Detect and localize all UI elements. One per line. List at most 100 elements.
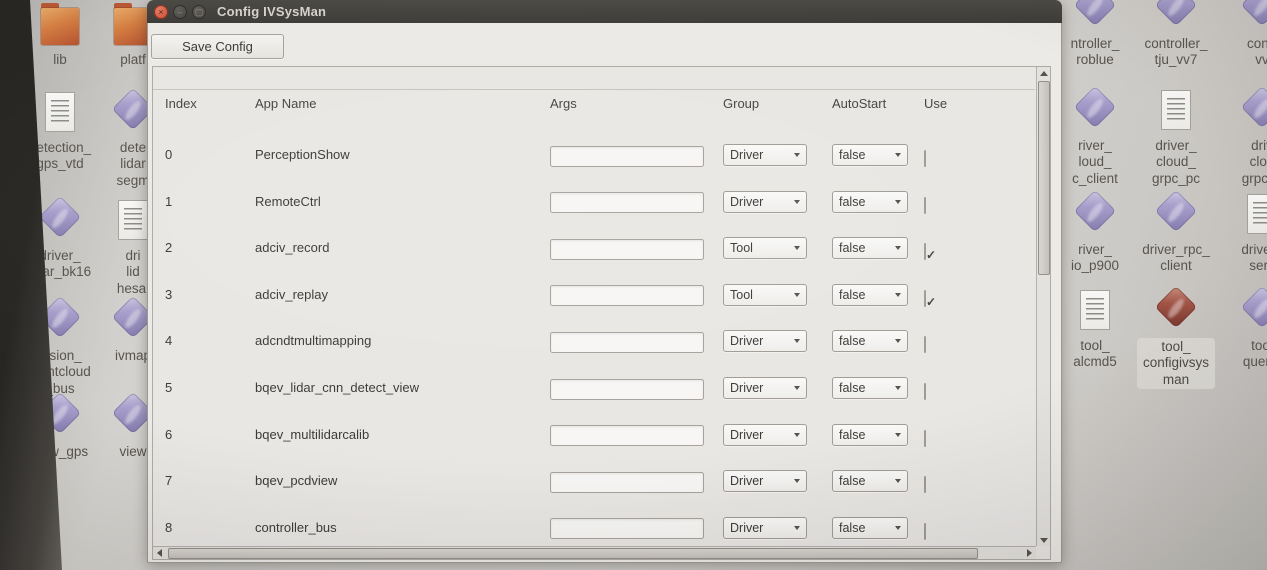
args-input[interactable] xyxy=(550,146,704,167)
vertical-scrollbar[interactable] xyxy=(1036,67,1050,546)
group-value: Driver xyxy=(730,148,763,162)
desktop-icon-tool-queryr[interactable]: tool queryr xyxy=(1217,288,1267,371)
autostart-dropdown[interactable]: false xyxy=(832,191,908,213)
group-dropdown[interactable]: Driver xyxy=(723,470,807,492)
app-name: adcndtmultimapping xyxy=(255,329,371,353)
use-checkbox[interactable]: ✓ xyxy=(924,336,926,353)
args-cell xyxy=(550,424,704,448)
use-checkbox[interactable]: ✓ xyxy=(924,523,926,540)
desktop-icon-driv-clou-grpc-s[interactable]: driv clou grpc_s xyxy=(1217,88,1267,187)
icon-label: driver_ cloud_ grpc_pc xyxy=(1131,138,1221,187)
args-input[interactable] xyxy=(550,192,704,213)
maximize-button[interactable]: ▢ xyxy=(192,5,206,19)
args-input[interactable] xyxy=(550,379,704,400)
use-checkbox[interactable]: ✓ xyxy=(924,476,926,493)
group-dropdown[interactable]: Driver xyxy=(723,517,807,539)
desktop-icon-controller-tju-vv7[interactable]: controller_ tju_vv7 xyxy=(1131,0,1221,69)
args-input[interactable] xyxy=(550,332,704,353)
args-input[interactable] xyxy=(550,518,704,539)
titlebar[interactable]: × – ▢ Config IVSysMan xyxy=(147,0,1062,23)
table-row-6: 6 bqev_multilidarcalib Driver false ✓ xyxy=(153,423,1035,447)
config-ivsysman-window: × – ▢ Config IVSysMan Save Config Index … xyxy=(147,0,1062,563)
group-dropdown[interactable]: Tool xyxy=(723,284,807,306)
args-cell xyxy=(550,330,704,354)
desktop-icon-river-loud-c-client[interactable]: river_ loud_ c_client xyxy=(1050,88,1140,187)
group-dropdown[interactable]: Driver xyxy=(723,424,807,446)
chevron-down-icon xyxy=(895,246,901,250)
table-row-3: 3 adciv_replay Tool false ✓ xyxy=(153,283,1035,307)
autostart-dropdown[interactable]: false xyxy=(832,424,908,446)
autostart-dropdown[interactable]: false xyxy=(832,144,908,166)
group-dropdown[interactable]: Driver xyxy=(723,191,807,213)
args-input[interactable] xyxy=(550,239,704,260)
autostart-value: false xyxy=(839,334,865,348)
desktop-icon-driver-cloud-grpc-pc[interactable]: driver_ cloud_ grpc_pc xyxy=(1131,88,1221,187)
desktop-icon-driver-rpc-client[interactable]: driver_rpc_ client xyxy=(1131,192,1221,275)
group-value: Driver xyxy=(730,195,763,209)
table-row-5: 5 bqev_lidar_cnn_detect_view Driver fals… xyxy=(153,376,1035,400)
chevron-down-icon xyxy=(895,293,901,297)
chevron-down-icon xyxy=(794,526,800,530)
scroll-right-icon[interactable] xyxy=(1027,549,1032,557)
row-index: 3 xyxy=(165,283,172,307)
table-row-7: 7 bqev_pcdview Driver false ✓ xyxy=(153,469,1035,493)
autostart-dropdown[interactable]: false xyxy=(832,517,908,539)
save-config-button[interactable]: Save Config xyxy=(151,34,284,59)
app-icon xyxy=(32,2,88,50)
row-index: 6 xyxy=(165,423,172,447)
autostart-dropdown[interactable]: false xyxy=(832,470,908,492)
use-checkbox[interactable]: ✓ xyxy=(924,150,926,167)
group-dropdown[interactable]: Driver xyxy=(723,330,807,352)
desktop-icon-contr-vv[interactable]: contr vv xyxy=(1217,0,1267,69)
autostart-dropdown[interactable]: false xyxy=(832,284,908,306)
use-checkbox[interactable]: ✓ xyxy=(924,243,926,260)
use-checkbox[interactable]: ✓ xyxy=(924,430,926,447)
scroll-up-icon[interactable] xyxy=(1040,71,1048,76)
args-input[interactable] xyxy=(550,425,704,446)
use-checkbox[interactable]: ✓ xyxy=(924,197,926,214)
autostart-dropdown[interactable]: false xyxy=(832,377,908,399)
chevron-down-icon xyxy=(794,246,800,250)
desktop-icon-driver-serv[interactable]: driver_ serv xyxy=(1217,192,1267,275)
autostart-value: false xyxy=(839,288,865,302)
desktop-icon-ntroller-roblue[interactable]: ntroller_ roblue xyxy=(1050,0,1140,69)
args-input[interactable] xyxy=(550,285,704,306)
app-name: adciv_replay xyxy=(255,283,328,307)
group-dropdown[interactable]: Driver xyxy=(723,377,807,399)
group-dropdown[interactable]: Tool xyxy=(723,237,807,259)
autostart-dropdown[interactable]: false xyxy=(832,237,908,259)
icon-label: river_ loud_ c_client xyxy=(1050,138,1140,187)
close-button[interactable]: × xyxy=(154,5,168,19)
close-icon: × xyxy=(154,5,168,19)
app-name: bqev_lidar_cnn_detect_view xyxy=(255,376,419,400)
header-app-name: App Name xyxy=(255,90,316,118)
app-name: adciv_record xyxy=(255,236,329,260)
args-cell xyxy=(550,517,704,541)
desktop-icon-tool-configivsysman[interactable]: tool_ configivsys man xyxy=(1131,288,1221,389)
icon-label: controller_ tju_vv7 xyxy=(1131,36,1221,69)
scroll-left-icon[interactable] xyxy=(157,549,162,557)
autostart-dropdown[interactable]: false xyxy=(832,330,908,352)
horizontal-scroll-thumb[interactable] xyxy=(168,548,978,559)
chevron-down-icon xyxy=(794,433,800,437)
vertical-scroll-thumb[interactable] xyxy=(1038,81,1050,275)
horizontal-scrollbar[interactable] xyxy=(153,546,1036,559)
autostart-value: false xyxy=(839,148,865,162)
app-icon xyxy=(1148,192,1204,240)
desktop-icon-tool-alcmd5[interactable]: tool_ alcmd5 xyxy=(1050,288,1140,371)
chevron-down-icon xyxy=(895,386,901,390)
window-title: Config IVSysMan xyxy=(217,4,326,19)
use-checkbox[interactable]: ✓ xyxy=(924,383,926,400)
scroll-down-icon[interactable] xyxy=(1040,538,1048,543)
app-icon xyxy=(1148,88,1204,136)
desktop-icon-river-io-p900[interactable]: river_ io_p900 xyxy=(1050,192,1140,275)
autostart-value: false xyxy=(839,195,865,209)
use-checkbox[interactable]: ✓ xyxy=(924,290,926,307)
args-input[interactable] xyxy=(550,472,704,493)
minimize-icon: – xyxy=(173,5,187,19)
table-row-0: 0 PerceptionShow Driver false ✓ xyxy=(153,143,1035,167)
minimize-button[interactable]: – xyxy=(173,5,187,19)
app-icon xyxy=(1067,88,1123,136)
icon-label: river_ io_p900 xyxy=(1050,242,1140,275)
group-dropdown[interactable]: Driver xyxy=(723,144,807,166)
